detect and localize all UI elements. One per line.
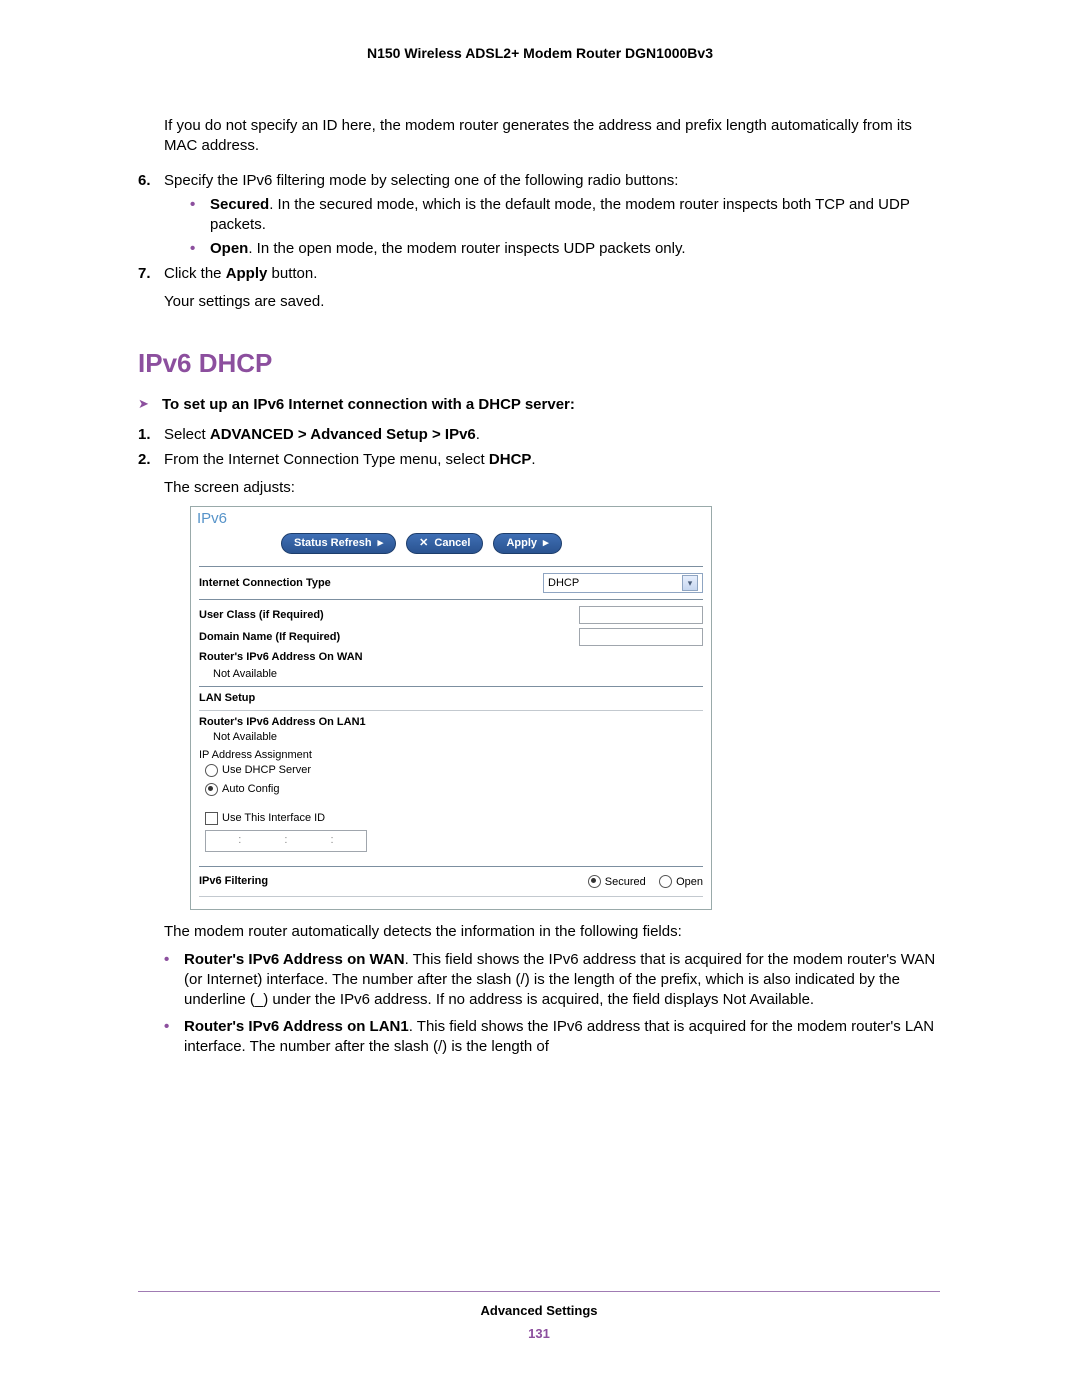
filter-open-label: Open (676, 876, 703, 888)
field-desc-1: • Router's IPv6 Address on WAN. This fie… (164, 950, 940, 1011)
secured-desc: . In the secured mode, which is the defa… (210, 196, 910, 233)
proc-step-1-num: 1. (138, 425, 164, 445)
use-interface-id-option[interactable]: Use This Interface ID ::: (199, 811, 703, 852)
page-header-title: N150 Wireless ADSL2+ Modem Router DGN100… (0, 44, 1080, 63)
open-label: Open (210, 240, 248, 257)
open-desc: . In the open mode, the modem router ins… (248, 240, 685, 257)
footer-section-label: Advanced Settings (138, 1302, 940, 1320)
secured-label: Secured (210, 196, 269, 213)
cancel-button[interactable]: ✕ Cancel (406, 533, 483, 554)
proc-step-2-num: 2. (138, 450, 164, 1058)
footer-separator (138, 1291, 940, 1292)
step-7: 7. Click the Apply button. Your settings… (138, 264, 940, 313)
apply-bold: Apply (226, 265, 268, 282)
filter-secured-option[interactable]: Secured (588, 874, 646, 888)
bullet-dot-icon: • (164, 950, 184, 1011)
lan1-addr-label: Router's IPv6 Address On LAN1 (199, 715, 703, 730)
s1-pre: Select (164, 426, 210, 443)
step-6-text: Specify the IPv6 filtering mode by selec… (164, 172, 678, 189)
proc-step-2: 2. From the Internet Connection Type men… (138, 450, 940, 1058)
lan1-addr-value: Not Available (199, 730, 703, 745)
after-shot-para: The modem router automatically detects t… (164, 922, 940, 942)
step-7-post: button. (267, 265, 317, 282)
field-desc-2: • Router's IPv6 Address on LAN1. This fi… (164, 1017, 940, 1058)
step-7-after: Your settings are saved. (164, 292, 940, 312)
ipv6-filtering-label: IPv6 Filtering (199, 874, 268, 889)
ict-label: Internet Connection Type (199, 576, 331, 591)
step-7-pre: Click the (164, 265, 226, 282)
domain-name-label: Domain Name (If Required) (199, 630, 340, 645)
procedure-title: To set up an IPv6 Internet connection wi… (162, 395, 575, 415)
proc-step-1: 1. Select ADVANCED > Advanced Setup > IP… (138, 425, 940, 445)
use-dhcp-option[interactable]: Use DHCP Server (199, 763, 703, 778)
ict-select[interactable]: DHCP ▾ (543, 573, 703, 593)
field1-label: Router's IPv6 Address on WAN (184, 951, 405, 968)
close-icon: ✕ (419, 536, 428, 551)
step-6: 6. Specify the IPv6 filtering mode by se… (138, 171, 940, 260)
wan-addr-value: Not Available (199, 667, 703, 682)
use-iface-label: Use This Interface ID (222, 812, 325, 824)
s2-bold: DHCP (489, 451, 532, 468)
auto-config-option[interactable]: Auto Config (199, 782, 703, 797)
status-refresh-button[interactable]: Status Refresh ▸ (281, 533, 396, 554)
apply-arrow-icon: ▸ (543, 536, 549, 551)
status-refresh-label: Status Refresh (294, 536, 372, 551)
wan-addr-label: Router's IPv6 Address On WAN (199, 650, 363, 665)
panel-title: IPv6 (191, 507, 711, 529)
use-dhcp-label: Use DHCP Server (222, 764, 311, 776)
procedure-title-row: ➤ To set up an IPv6 Internet connection … (138, 395, 940, 415)
step-7-number: 7. (138, 264, 164, 313)
apply-label: Apply (506, 536, 537, 551)
ip-assignment-label: IP Address Assignment (199, 748, 703, 763)
apply-button[interactable]: Apply ▸ (493, 533, 561, 554)
section-heading-ipv6-dhcp: IPv6 DHCP (138, 346, 940, 381)
radio-icon (659, 875, 672, 888)
step-6-number: 6. (138, 171, 164, 260)
s1-post: . (476, 426, 480, 443)
intro-paragraph: If you do not specify an ID here, the mo… (164, 116, 940, 157)
s2-post: . (531, 451, 535, 468)
user-class-input[interactable] (579, 606, 703, 624)
step-6-bullet-2: • Open. In the open mode, the modem rout… (190, 239, 940, 259)
cancel-label: Cancel (434, 536, 470, 551)
chevron-down-icon: ▾ (682, 575, 698, 591)
refresh-arrow-icon: ▸ (378, 536, 384, 551)
field2-label: Router's IPv6 Address on LAN1 (184, 1018, 409, 1035)
footer-page-number: 131 (138, 1325, 940, 1343)
domain-name-input[interactable] (579, 628, 703, 646)
ipv6-config-panel: IPv6 Status Refresh ▸ ✕ Cancel Apply ▸ (190, 506, 712, 910)
bullet-dot-icon: • (190, 239, 210, 259)
triangle-arrow-icon: ➤ (138, 395, 162, 415)
s1-bold: ADVANCED > Advanced Setup > IPv6 (210, 426, 476, 443)
content-area: If you do not specify an ID here, the mo… (138, 116, 940, 1061)
panel-button-bar: Status Refresh ▸ ✕ Cancel Apply ▸ (191, 529, 711, 562)
s2-after: The screen adjusts: (164, 478, 940, 498)
filter-open-option[interactable]: Open (659, 874, 703, 888)
bullet-dot-icon: • (164, 1017, 184, 1058)
filter-secured-label: Secured (605, 876, 646, 888)
s2-pre: From the Internet Connection Type menu, … (164, 451, 489, 468)
step-6-bullet-1: • Secured. In the secured mode, which is… (190, 195, 940, 236)
checkbox-icon (205, 812, 218, 825)
lan-setup-label: LAN Setup (199, 691, 703, 706)
ict-value: DHCP (548, 576, 579, 591)
radio-selected-icon (205, 783, 218, 796)
auto-config-label: Auto Config (222, 783, 279, 795)
page-footer: Advanced Settings 131 (138, 1283, 940, 1343)
user-class-label: User Class (if Required) (199, 608, 324, 623)
interface-id-input[interactable]: ::: (205, 830, 367, 852)
bullet-dot-icon: • (190, 195, 210, 236)
radio-icon (205, 764, 218, 777)
radio-selected-icon (588, 875, 601, 888)
